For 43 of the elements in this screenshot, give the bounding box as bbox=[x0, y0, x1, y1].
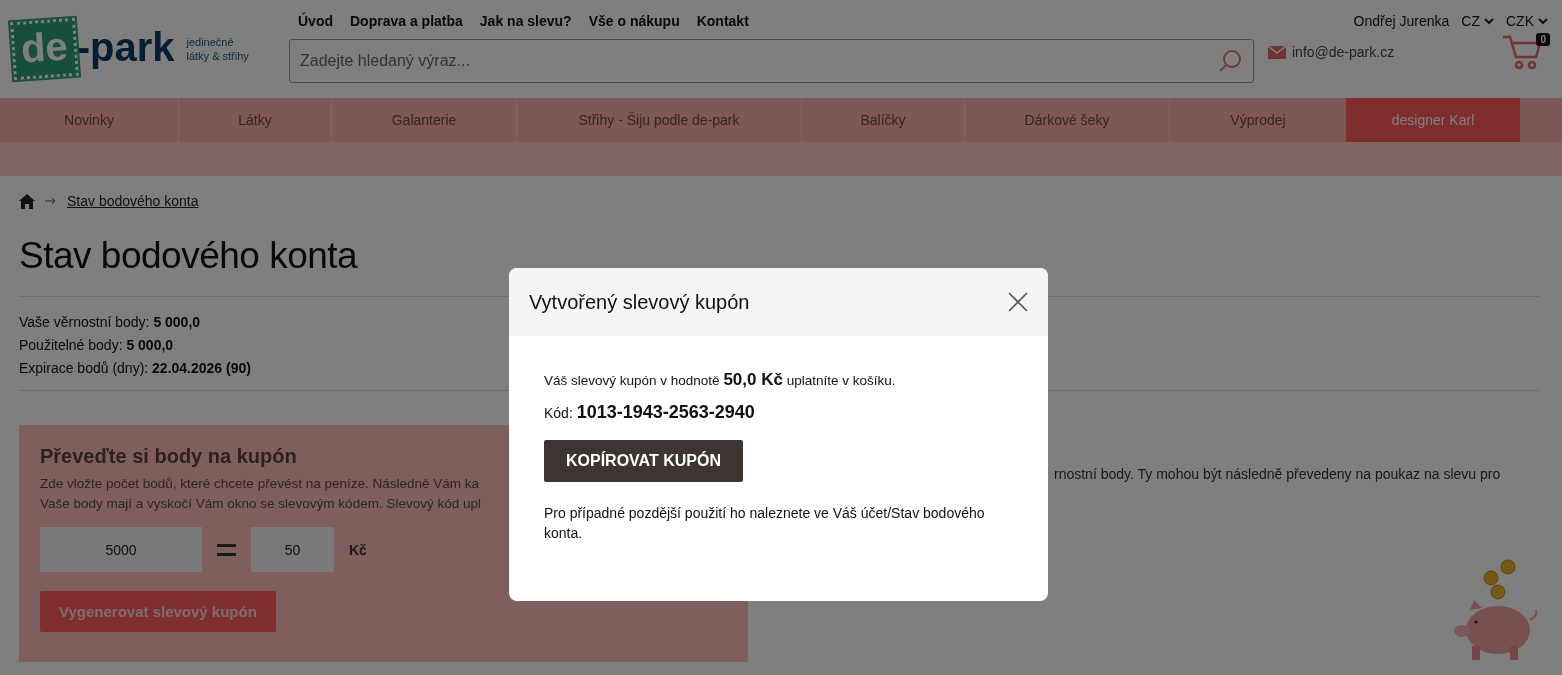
nav-link[interactable]: Jak na slevu? bbox=[479, 13, 572, 29]
equals-icon bbox=[217, 543, 236, 556]
logo-mark[interactable]: de bbox=[10, 17, 79, 81]
language-dropdown[interactable]: CZ bbox=[1461, 13, 1494, 29]
user-name[interactable]: Ondřej Jurenka bbox=[1353, 13, 1450, 29]
cart-icon[interactable] bbox=[1502, 33, 1542, 71]
home-icon[interactable] bbox=[19, 193, 35, 209]
menu-tab[interactable]: designer Karl bbox=[1346, 98, 1520, 142]
dialog-title: Vytvořený slevový kupón bbox=[529, 290, 750, 314]
currency-label: Kč bbox=[349, 541, 367, 558]
nav-link[interactable]: Úvod bbox=[298, 13, 333, 29]
points-input[interactable]: 5000 bbox=[40, 527, 202, 572]
arrow-right-icon bbox=[45, 197, 57, 205]
info-text: rnostní body. Ty mohou být následně převedeny na poukaz na slevu pro bbox=[1053, 465, 1502, 482]
nav-link[interactable]: Vše o nákupu bbox=[588, 13, 680, 29]
panel-heading: Převeďte si body na kupón bbox=[40, 445, 297, 468]
chevron-down-icon bbox=[1484, 17, 1494, 25]
points-line: Použitelné body: 5 000,0 bbox=[19, 337, 175, 353]
cart-count-badge: 0 bbox=[1536, 33, 1550, 46]
logo-text[interactable]: -park bbox=[76, 27, 175, 71]
chevron-down-icon bbox=[1538, 17, 1548, 25]
nav-link[interactable]: Doprava a platba bbox=[350, 13, 463, 29]
logo-tagline: jedinečné bbox=[186, 35, 235, 49]
panel-text: Zde vložte počet bodů, které chcete převést na peníze. Následně Vám ka bbox=[40, 475, 479, 493]
dialog-note: Pro případné pozdější použití ho naleznete ve Váš účet/Stav bodového konta. bbox=[544, 504, 986, 543]
points-line: Expirace bodů (dny): 22.04.2026 (90) bbox=[19, 360, 252, 376]
close-button[interactable] bbox=[1006, 290, 1030, 314]
close-icon bbox=[1008, 292, 1028, 312]
menu-tab[interactable]: Výprodej bbox=[1170, 98, 1346, 142]
email-link[interactable]: info@de-park.cz bbox=[1292, 44, 1395, 60]
nav-link[interactable]: Kontakt bbox=[696, 13, 749, 29]
coupon-code-text: Kód: 1013-1943-2563-2940 bbox=[544, 402, 756, 423]
points-line: Vaše věrnostní body: 5 000,0 bbox=[19, 314, 202, 330]
breadcrumb-link[interactable]: Stav bodového konta bbox=[67, 193, 199, 209]
currency-dropdown[interactable]: CZK bbox=[1506, 13, 1548, 29]
page-title: Stav bodového konta bbox=[19, 235, 359, 277]
coupon-value-text: Váš slevový kupón v hodnotě 50,0 Kč uplatníte v košíku. bbox=[544, 370, 897, 390]
envelope-icon bbox=[1268, 45, 1286, 59]
search-field[interactable]: Zadejte hledaný výraz... bbox=[289, 39, 1254, 83]
panel-text: Vaše body mají a vyskočí Vám okno se slevovým kódem. Slevový kód upl bbox=[40, 495, 481, 513]
logo-tagline: látky & střihy bbox=[186, 49, 249, 63]
copy-coupon-button[interactable]: KOPÍROVAT KUPÓN bbox=[544, 440, 743, 482]
amount-input[interactable]: 50 bbox=[251, 527, 334, 572]
